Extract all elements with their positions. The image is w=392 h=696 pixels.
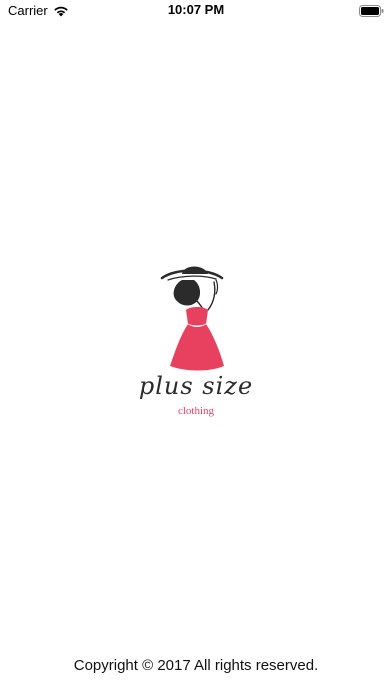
logo-wordmark: plus size xyxy=(130,370,262,404)
copyright-text: Copyright © 2017 All rights reserved. xyxy=(73,657,319,674)
logo-wordmark-text: plus size xyxy=(139,372,253,400)
dress-figure-icon xyxy=(156,266,236,374)
status-time: 10:07 PM xyxy=(167,2,225,17)
app-logo: plus size clothing xyxy=(130,266,262,424)
logo-subtitle: clothing xyxy=(177,405,215,417)
status-bar: Carrier 10:07 PM xyxy=(0,0,392,20)
battery-icon xyxy=(359,4,384,17)
